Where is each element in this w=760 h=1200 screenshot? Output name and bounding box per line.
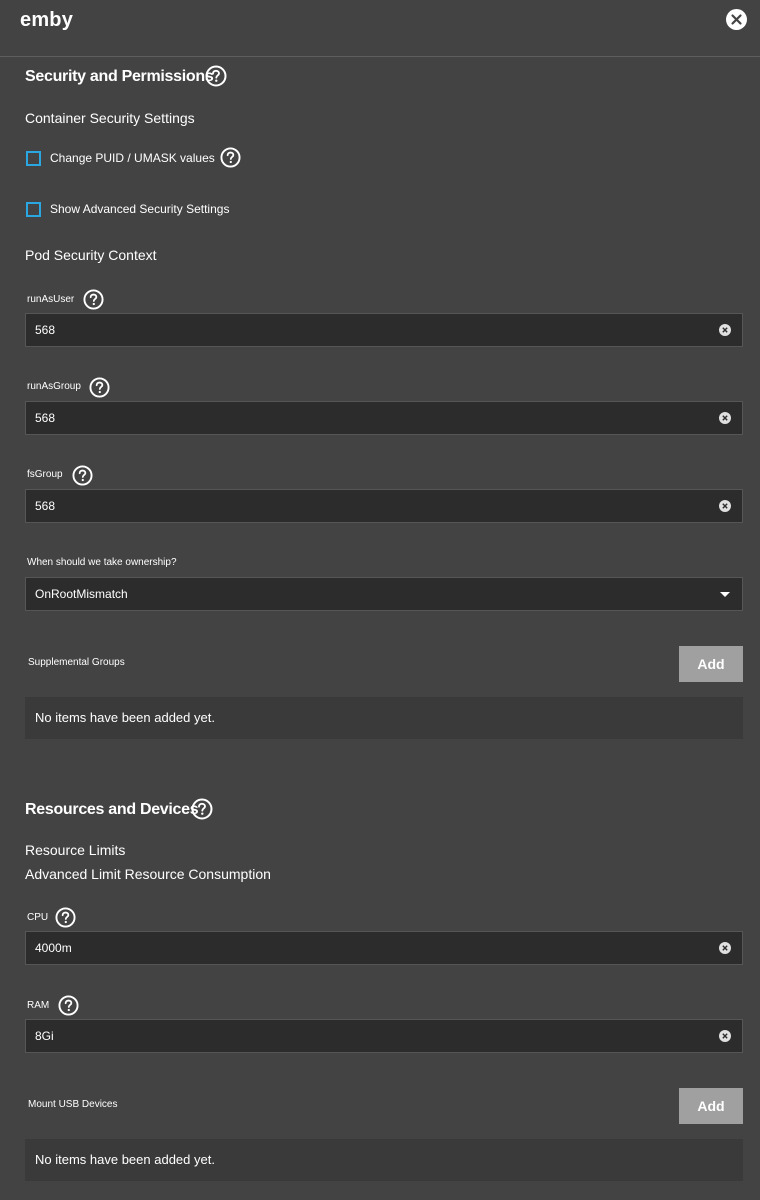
show-advanced-security-checkbox[interactable]	[26, 202, 41, 217]
resource-limits-heading: Resource Limits	[25, 842, 126, 858]
empty-list-message: No items have been added yet.	[35, 1152, 215, 1167]
empty-list-message: No items have been added yet.	[35, 710, 215, 725]
help-icon[interactable]	[191, 798, 213, 820]
ram-input[interactable]: 8Gi	[25, 1019, 743, 1053]
close-button[interactable]	[726, 9, 747, 30]
chevron-down-icon	[720, 592, 730, 597]
cpu-label: CPU	[27, 912, 49, 923]
ownership-label: When should we take ownership?	[27, 557, 177, 568]
supplemental-groups-empty-list: No items have been added yet.	[25, 697, 743, 739]
security-section-title: Security and Permissions	[25, 68, 214, 85]
run-as-user-input[interactable]: 568	[25, 313, 743, 347]
run-as-group-label: runAsGroup	[27, 381, 81, 392]
help-icon[interactable]	[205, 65, 227, 87]
change-puid-checkbox[interactable]	[26, 151, 41, 166]
ownership-select[interactable]: OnRootMismatch	[25, 577, 743, 611]
run-as-user-value: 568	[35, 323, 56, 337]
help-icon[interactable]	[55, 907, 76, 928]
fs-group-value: 568	[35, 499, 56, 513]
supplemental-groups-label: Supplemental Groups	[28, 657, 125, 668]
run-as-group-input[interactable]: 568	[25, 401, 743, 435]
change-puid-label: Change PUID / UMASK values	[50, 151, 215, 165]
run-as-group-value: 568	[35, 411, 56, 425]
ram-value: 8Gi	[35, 1029, 54, 1043]
advanced-limit-heading: Advanced Limit Resource Consumption	[25, 866, 271, 882]
fs-group-label: fsGroup	[27, 469, 63, 480]
dialog-header: emby	[0, 0, 760, 57]
add-usb-device-button[interactable]: Add	[679, 1088, 743, 1124]
clear-icon[interactable]	[719, 500, 731, 512]
clear-icon[interactable]	[719, 324, 731, 336]
cpu-value: 4000m	[35, 941, 72, 955]
usb-devices-label: Mount USB Devices	[28, 1099, 118, 1110]
help-icon[interactable]	[83, 289, 104, 310]
ownership-value: OnRootMismatch	[35, 587, 128, 601]
close-icon	[731, 14, 742, 25]
clear-icon[interactable]	[719, 412, 731, 424]
show-advanced-security-label: Show Advanced Security Settings	[50, 202, 230, 216]
help-icon[interactable]	[72, 465, 93, 486]
fs-group-input[interactable]: 568	[25, 489, 743, 523]
pod-security-context-heading: Pod Security Context	[25, 247, 157, 263]
ram-label: RAM	[27, 1000, 50, 1011]
usb-devices-empty-list: No items have been added yet.	[25, 1139, 743, 1181]
help-icon[interactable]	[89, 377, 110, 398]
add-supplemental-group-button[interactable]: Add	[679, 646, 743, 682]
help-icon[interactable]	[220, 147, 241, 168]
help-icon[interactable]	[58, 995, 79, 1016]
run-as-user-label: runAsUser	[27, 294, 75, 305]
clear-icon[interactable]	[719, 942, 731, 954]
container-security-heading: Container Security Settings	[25, 110, 195, 126]
clear-icon[interactable]	[719, 1030, 731, 1042]
app-title: emby	[20, 9, 74, 31]
cpu-input[interactable]: 4000m	[25, 931, 743, 965]
resources-section-title: Resources and Devices	[25, 801, 199, 818]
